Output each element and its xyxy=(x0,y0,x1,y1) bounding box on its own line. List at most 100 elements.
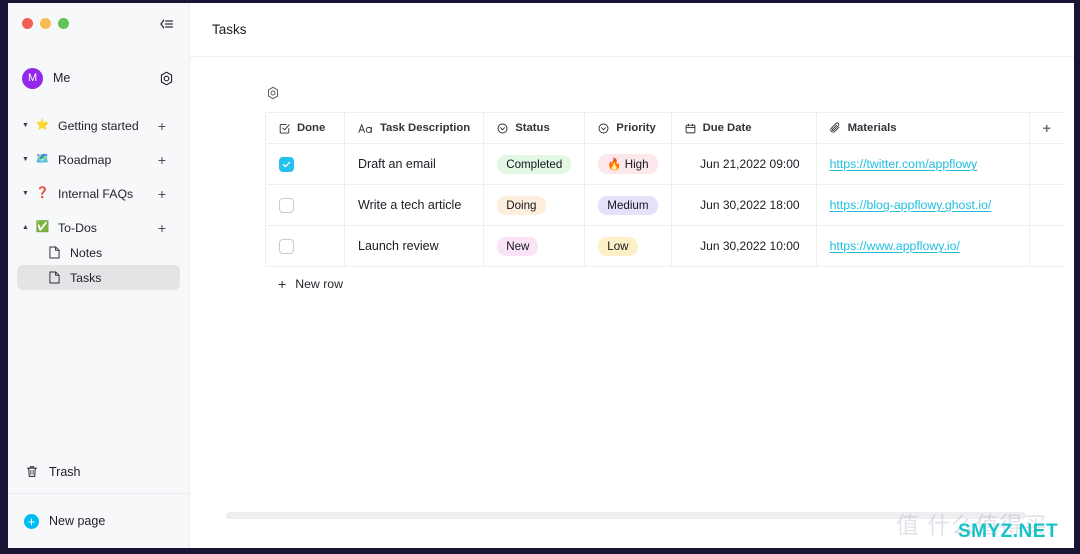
sidebar-item-label: Getting started xyxy=(58,118,139,133)
add-page-button[interactable]: + xyxy=(152,153,166,167)
add-column-label: + xyxy=(1042,120,1051,136)
sidebar: M Me ▼ ⭐ Getting started + ▼ 🗺️ Roadmap … xyxy=(8,3,190,548)
sidebar-item-tasks[interactable]: Tasks xyxy=(17,265,180,290)
grid-settings-icon[interactable] xyxy=(265,85,281,101)
single-select-field-icon xyxy=(497,123,508,134)
cell-materials[interactable]: https://www.appflowy.io/ xyxy=(816,225,1030,267)
status-badge: Doing xyxy=(497,195,546,215)
column-header-due-date[interactable]: Due Date xyxy=(671,112,817,144)
column-header-label: Task Description xyxy=(380,122,471,134)
priority-badge: Low xyxy=(598,236,638,256)
chevron-up-icon[interactable]: ▲ xyxy=(21,223,30,232)
tasks-grid: Done Task Description Status Priority Du… xyxy=(265,112,1064,267)
window-controls-row xyxy=(8,3,189,44)
sidebar-item-notes[interactable]: Notes xyxy=(17,240,180,265)
add-column-button[interactable]: + xyxy=(1029,112,1064,144)
question-emoji-icon: ❓ xyxy=(35,187,50,199)
user-profile-row[interactable]: M Me xyxy=(8,58,189,98)
status-badge: Completed xyxy=(497,154,572,174)
trash-icon xyxy=(24,465,39,478)
column-header-materials[interactable]: Materials xyxy=(816,112,1030,144)
table-row[interactable]: Launch review New Low Jun 30,2022 10:00 xyxy=(265,225,1064,267)
status-badge: New xyxy=(497,236,539,256)
chevron-down-icon[interactable]: ▼ xyxy=(21,189,30,198)
material-link[interactable]: https://blog-appflowy.ghost.io/ xyxy=(830,198,992,212)
cell-spacer xyxy=(1029,225,1064,267)
material-link[interactable]: https://twitter.com/appflowy xyxy=(830,157,978,171)
due-date-text: Jun 30,2022 18:00 xyxy=(700,198,800,212)
map-emoji-icon: 🗺️ xyxy=(35,153,50,165)
check-emoji-icon: ✅ xyxy=(35,221,50,233)
cell-status[interactable]: New xyxy=(483,225,586,267)
column-header-priority[interactable]: Priority xyxy=(584,112,672,144)
grid-header: Done Task Description Status Priority Du… xyxy=(265,112,1064,144)
document-icon xyxy=(47,246,62,259)
new-row-label: New row xyxy=(295,277,344,291)
cell-priority[interactable]: Low xyxy=(584,225,672,267)
chevron-down-icon[interactable]: ▼ xyxy=(21,121,30,130)
row-checkbox[interactable] xyxy=(279,156,294,172)
maximize-window-button[interactable] xyxy=(58,18,69,29)
add-page-button[interactable]: + xyxy=(152,119,166,133)
application-window: M Me ▼ ⭐ Getting started + ▼ 🗺️ Roadmap … xyxy=(8,3,1074,548)
cell-priority[interactable]: 🔥 High xyxy=(584,143,672,185)
task-description-text: Write a tech article xyxy=(358,198,462,212)
star-emoji-icon: ⭐ xyxy=(35,119,50,131)
add-page-button[interactable]: + xyxy=(152,221,166,235)
material-link[interactable]: https://www.appflowy.io/ xyxy=(830,239,960,253)
column-header-label: Materials xyxy=(847,122,897,134)
row-checkbox[interactable] xyxy=(279,197,294,213)
table-row[interactable]: Write a tech article Doing Medium Jun 30… xyxy=(265,184,1064,226)
cell-done[interactable] xyxy=(265,184,345,226)
cell-done[interactable] xyxy=(265,143,345,185)
cell-description[interactable]: Launch review xyxy=(344,225,485,267)
collapse-sidebar-icon[interactable] xyxy=(157,15,175,33)
page-title: Tasks xyxy=(212,22,247,37)
cell-materials[interactable]: https://blog-appflowy.ghost.io/ xyxy=(816,184,1030,226)
cell-due-date[interactable]: Jun 30,2022 10:00 xyxy=(671,225,817,267)
table-row[interactable]: Draft an email Completed 🔥 High Jun 21,2… xyxy=(265,143,1064,185)
user-name: Me xyxy=(53,71,71,85)
column-header-task-description[interactable]: Task Description xyxy=(344,112,485,144)
trash-label: Trash xyxy=(49,464,81,479)
close-window-button[interactable] xyxy=(22,18,33,29)
new-row-button[interactable]: + New row xyxy=(265,267,1074,301)
cell-due-date[interactable]: Jun 21,2022 09:00 xyxy=(671,143,817,185)
sidebar-footer: Trash + New page xyxy=(8,450,189,548)
column-header-done[interactable]: Done xyxy=(265,112,345,144)
new-page-label: New page xyxy=(49,514,106,528)
sidebar-item-label: To-Dos xyxy=(58,220,97,235)
sidebar-item-label: Roadmap xyxy=(58,152,112,167)
text-field-icon xyxy=(358,123,373,134)
cell-status[interactable]: Doing xyxy=(483,184,586,226)
minimize-window-button[interactable] xyxy=(40,18,51,29)
sidebar-item-roadmap[interactable]: ▼ 🗺️ Roadmap + xyxy=(17,147,180,172)
grid-body: Draft an email Completed 🔥 High Jun 21,2… xyxy=(265,143,1064,267)
cell-status[interactable]: Completed xyxy=(483,143,586,185)
document-icon xyxy=(47,271,62,284)
trash-button[interactable]: Trash xyxy=(8,450,189,494)
cell-description[interactable]: Write a tech article xyxy=(344,184,485,226)
cell-materials[interactable]: https://twitter.com/appflowy xyxy=(816,143,1030,185)
horizontal-scrollbar-thumb[interactable] xyxy=(226,512,1026,519)
column-header-label: Done xyxy=(297,122,326,134)
gear-icon[interactable] xyxy=(158,70,175,87)
cell-due-date[interactable]: Jun 30,2022 18:00 xyxy=(671,184,817,226)
sidebar-item-getting-started[interactable]: ▼ ⭐ Getting started + xyxy=(17,113,180,138)
column-header-label: Priority xyxy=(616,122,656,134)
chevron-down-icon[interactable]: ▼ xyxy=(21,155,30,164)
column-header-status[interactable]: Status xyxy=(483,112,586,144)
row-checkbox[interactable] xyxy=(279,238,294,254)
new-page-button[interactable]: + New page xyxy=(8,494,189,548)
app-root: M Me ▼ ⭐ Getting started + ▼ 🗺️ Roadmap … xyxy=(0,0,1080,554)
sidebar-item-to-dos[interactable]: ▲ ✅ To-Dos + xyxy=(17,215,180,240)
sidebar-nav: ▼ ⭐ Getting started + ▼ 🗺️ Roadmap + ▼ ❓… xyxy=(8,98,189,290)
cell-description[interactable]: Draft an email xyxy=(344,143,485,185)
cell-priority[interactable]: Medium xyxy=(584,184,672,226)
add-page-button[interactable]: + xyxy=(152,187,166,201)
horizontal-scrollbar[interactable] xyxy=(226,512,1074,519)
sidebar-item-internal-faqs[interactable]: ▼ ❓ Internal FAQs + xyxy=(17,181,180,206)
cell-done[interactable] xyxy=(265,225,345,267)
paperclip-field-icon xyxy=(829,122,841,134)
calendar-field-icon xyxy=(685,123,696,134)
